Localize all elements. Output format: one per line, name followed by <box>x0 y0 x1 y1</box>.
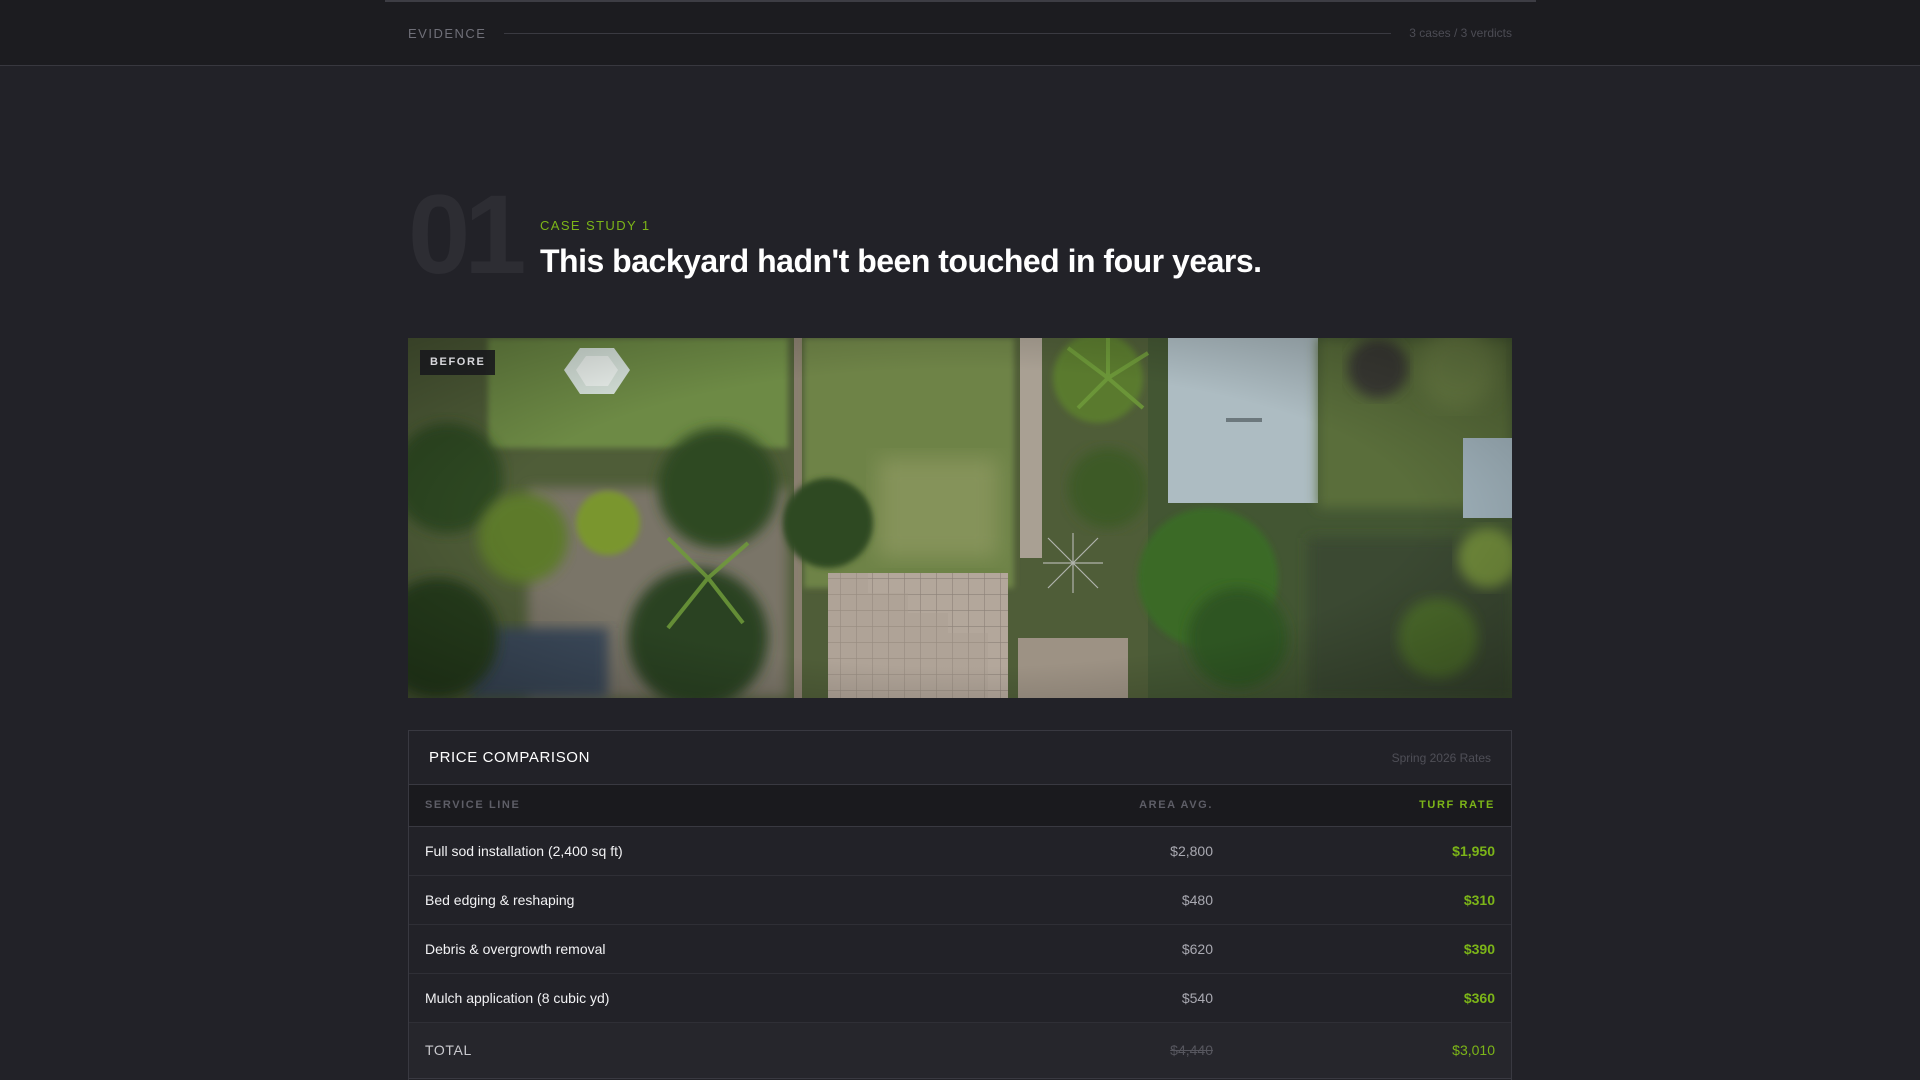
case-kicker: CASE STUDY 1 <box>540 218 651 233</box>
area-price-cell: $620 <box>929 924 1229 974</box>
total-row: TOTAL $4,440 $3,010 <box>409 1022 1511 1079</box>
table-row: Full sod installation (2,400 sq ft) $2,8… <box>409 826 1511 876</box>
table-row: Debris & overgrowth removal $620 $390 <box>409 924 1511 974</box>
service-cell: Bed edging & reshaping <box>409 875 929 925</box>
price-card-header: PRICE COMPARISON Spring 2026 Rates <box>409 731 1511 785</box>
price-comparison-card: PRICE COMPARISON Spring 2026 Rates SERVI… <box>408 730 1512 1080</box>
column-header-turf-rate: TURF RATE <box>1229 785 1511 827</box>
backyard-aerial-image <box>408 338 1512 698</box>
column-header-service: SERVICE LINE <box>409 785 929 827</box>
case-header: 01 CASE STUDY 1 This backyard hadn't bee… <box>408 175 1512 295</box>
total-label: TOTAL <box>409 1022 929 1079</box>
price-table: SERVICE LINE AREA AVG. TURF RATE Full so… <box>409 785 1511 1079</box>
table-row: Mulch application (8 cubic yd) $540 $360 <box>409 973 1511 1023</box>
price-card-subtitle: Spring 2026 Rates <box>1391 750 1491 765</box>
column-header-area-avg: AREA AVG. <box>929 785 1229 827</box>
area-price-cell: $480 <box>929 875 1229 925</box>
table-header-row: SERVICE LINE AREA AVG. TURF RATE <box>409 785 1511 827</box>
top-bar-content: EVIDENCE 3 cases / 3 verdicts <box>408 0 1512 66</box>
section-label: EVIDENCE <box>408 25 487 41</box>
turf-price-cell: $360 <box>1229 973 1511 1023</box>
case-title: This backyard hadn't been touched in fou… <box>540 243 1262 279</box>
case-number: 01 <box>408 172 527 297</box>
section-count: 3 cases / 3 verdicts <box>1409 26 1512 40</box>
turf-price-cell: $1,950 <box>1229 826 1511 876</box>
section-divider <box>504 32 1392 34</box>
table-row: Bed edging & reshaping $480 $310 <box>409 875 1511 925</box>
before-photo: BEFORE <box>408 338 1512 698</box>
before-badge: BEFORE <box>420 350 496 375</box>
turf-price-cell: $310 <box>1229 875 1511 925</box>
service-cell: Full sod installation (2,400 sq ft) <box>409 826 929 876</box>
service-cell: Mulch application (8 cubic yd) <box>409 973 929 1023</box>
area-price-cell: $2,800 <box>929 826 1229 876</box>
top-bar: EVIDENCE 3 cases / 3 verdicts <box>0 0 1920 66</box>
turf-price-cell: $390 <box>1229 924 1511 974</box>
total-turf-price: $3,010 <box>1229 1022 1511 1079</box>
total-area-price: $4,440 <box>929 1022 1229 1079</box>
service-cell: Debris & overgrowth removal <box>409 924 929 974</box>
area-price-cell: $540 <box>929 973 1229 1023</box>
price-card-title: PRICE COMPARISON <box>429 749 591 766</box>
